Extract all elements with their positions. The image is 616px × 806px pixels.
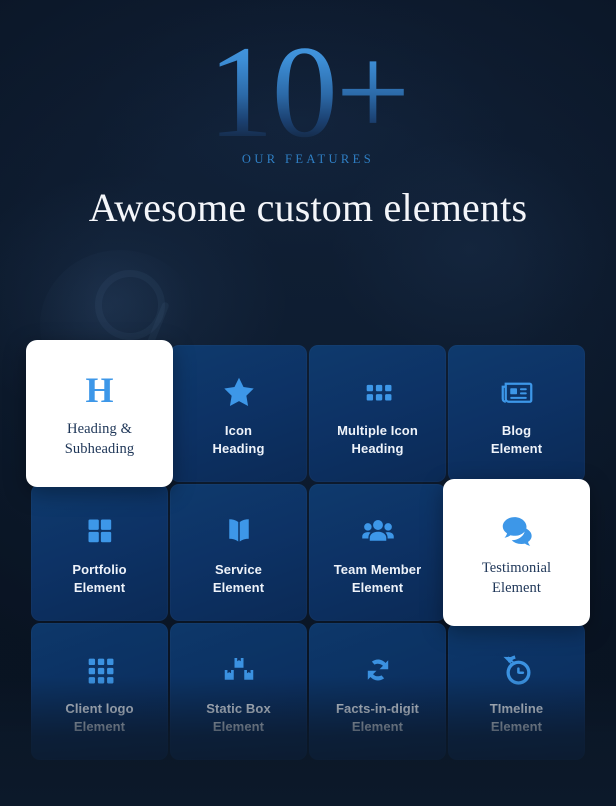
clock-history-icon	[499, 650, 535, 690]
element-card-label: TImeline Element	[489, 700, 544, 734]
letter-h-icon: H	[85, 369, 114, 410]
people-group-icon	[360, 511, 396, 551]
element-card-label: Icon Heading	[212, 422, 265, 456]
element-card[interactable]: Static Box Element	[170, 623, 307, 760]
open-book-icon	[221, 511, 257, 551]
chat-bubbles-icon	[498, 509, 536, 549]
element-card[interactable]: Portfolio Element	[31, 484, 168, 621]
element-card-label: Facts-in-digit Element	[335, 700, 419, 734]
page-title: Awesome custom elements	[88, 185, 528, 230]
element-card[interactable]: TImeline Element	[448, 623, 585, 760]
element-card-label: Multiple Icon Heading	[337, 422, 418, 456]
hero: 10+ OUR FEATURES Awesome custom elements	[0, 0, 616, 232]
element-card[interactable]: Multiple Icon Heading	[309, 345, 446, 482]
element-card-label: Testimonial Element	[481, 559, 552, 596]
grid-2x2-icon	[83, 511, 116, 551]
newspaper-icon	[499, 372, 535, 412]
sync-arrows-icon	[360, 650, 396, 690]
element-card-label: Client logo Element	[65, 700, 134, 734]
element-card[interactable]: Blog Element	[448, 345, 585, 482]
element-card-label: Static Box Element	[206, 700, 271, 734]
stacked-boxes-icon	[221, 650, 257, 690]
feature-count: 10+	[207, 18, 410, 165]
element-card-label: Team Member Element	[333, 561, 422, 595]
element-card-label: Service Element	[212, 561, 265, 595]
element-card[interactable]: Team Member Element	[309, 484, 446, 621]
element-card[interactable]: Testimonial Element	[443, 479, 590, 626]
element-card[interactable]: Icon Heading	[170, 345, 307, 482]
element-card[interactable]: H Heading & Subheading	[26, 340, 173, 487]
element-grid: H Heading & Subheading Icon Heading Multipl…	[26, 340, 590, 760]
element-card-label: Portfolio Element	[72, 561, 127, 595]
element-card-label: Heading & Subheading	[64, 420, 135, 457]
multi-squares-icon	[361, 372, 395, 412]
section-eyebrow: OUR FEATURES	[241, 152, 375, 166]
element-card[interactable]: Service Element	[170, 484, 307, 621]
features-section: 10+ OUR FEATURES Awesome custom elements…	[0, 0, 616, 806]
element-card[interactable]: Client logo Element	[31, 623, 168, 760]
grid-3x3-icon	[83, 650, 117, 690]
element-card-label: Blog Element	[490, 422, 543, 456]
element-card[interactable]: Facts-in-digit Element	[309, 623, 446, 760]
star-icon	[221, 372, 257, 412]
